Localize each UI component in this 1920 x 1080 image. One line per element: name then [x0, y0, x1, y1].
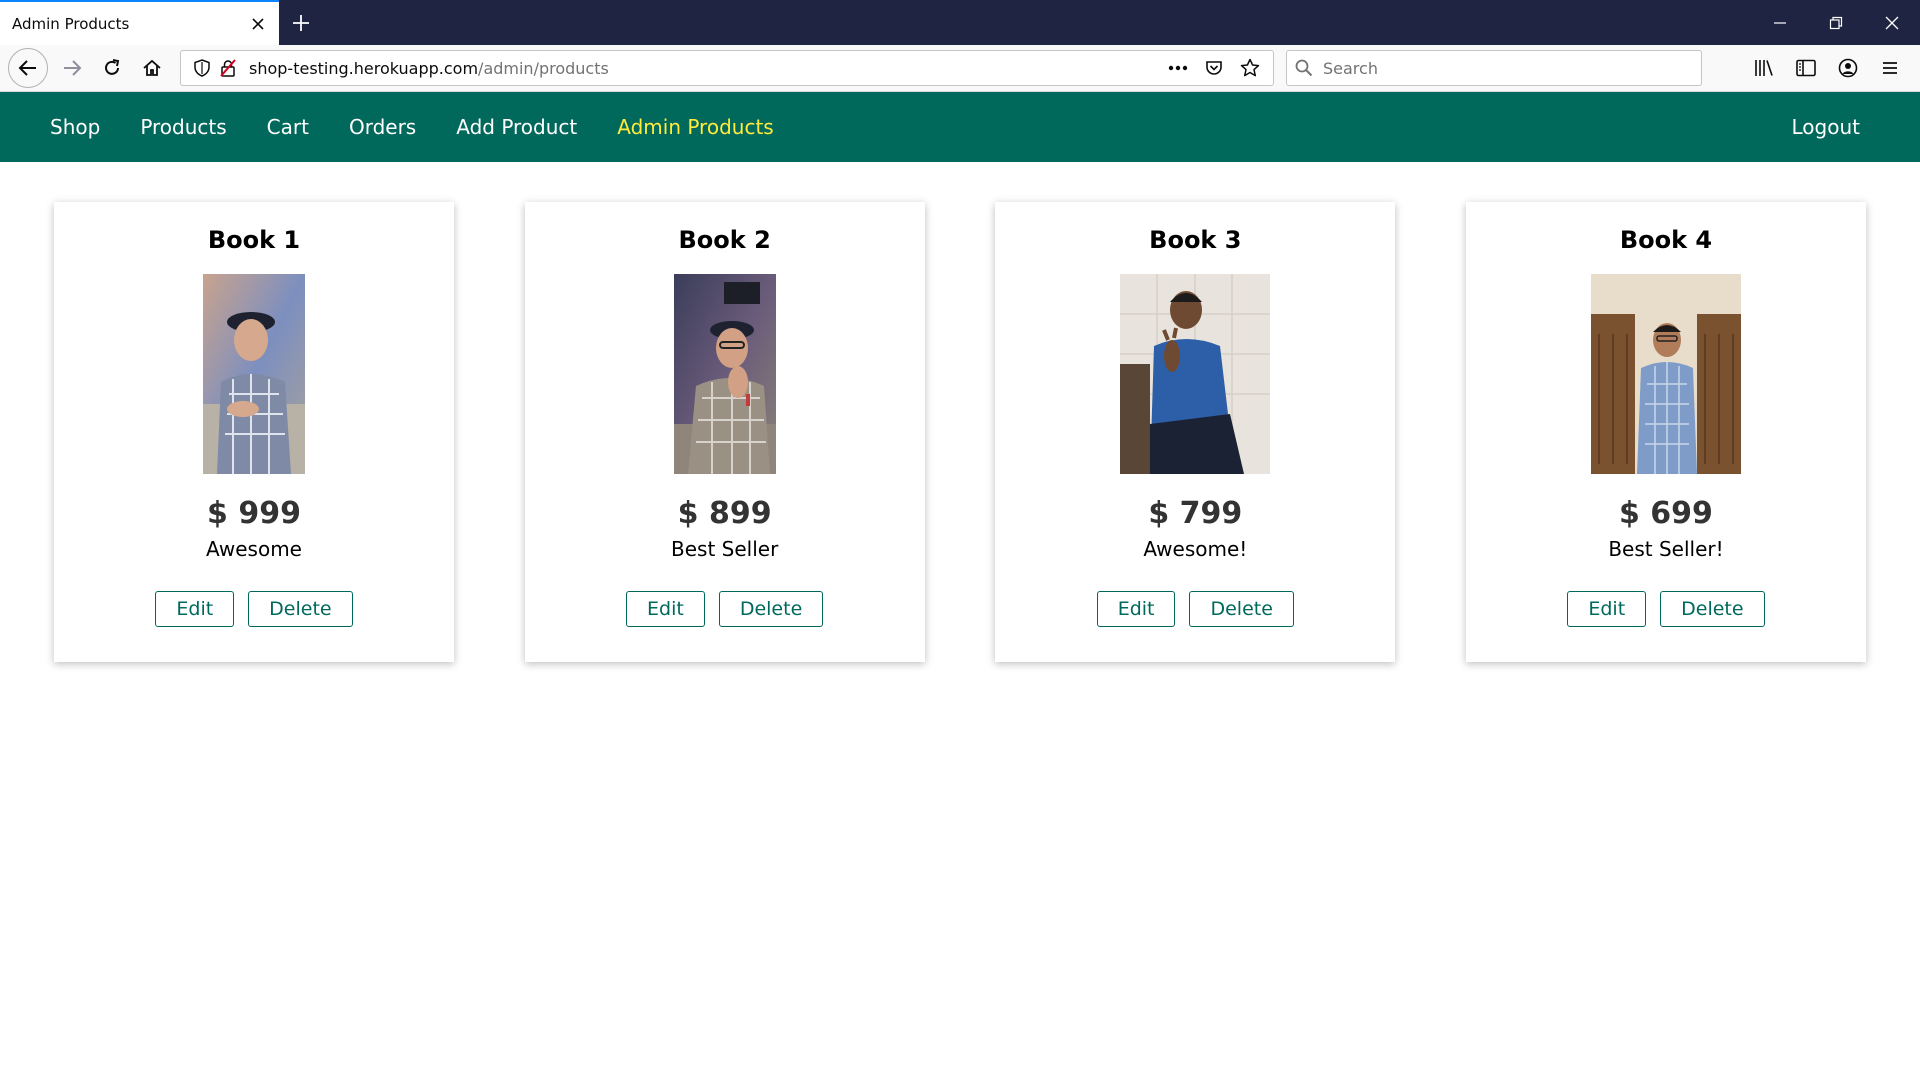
reload-button[interactable]: [92, 48, 132, 88]
edit-button[interactable]: Edit: [1567, 591, 1647, 627]
product-image: [1120, 274, 1271, 474]
delete-button[interactable]: Delete: [718, 591, 824, 627]
product-title: Book 3: [1149, 226, 1242, 254]
library-icon: [1755, 60, 1773, 76]
home-icon: [143, 59, 161, 76]
product-title: Book 1: [207, 226, 301, 254]
url-path: /admin/products: [478, 58, 609, 78]
shield-icon[interactable]: [189, 55, 215, 81]
nav-link-admin-products[interactable]: Admin Products: [617, 115, 773, 139]
restore-icon: [1829, 16, 1843, 29]
product-description: Best Seller!: [1608, 537, 1724, 561]
arrow-left-icon: [18, 60, 36, 76]
logout-link[interactable]: Logout: [1792, 115, 1860, 139]
product-price: $ 899: [677, 496, 772, 531]
card-actions: Edit Delete: [1567, 591, 1765, 627]
search-input[interactable]: [1321, 57, 1693, 79]
account-button[interactable]: [1828, 48, 1868, 88]
product-title: Book 4: [1619, 226, 1713, 254]
product-card: Book 2 $ 899 Best Seller Edit Delete: [524, 202, 925, 662]
product-card: Book 1 $ 999 Awesome Edit Delete: [54, 202, 454, 662]
insecure-lock-icon[interactable]: [215, 55, 241, 81]
nav-link-shop[interactable]: Shop: [50, 115, 100, 139]
product-title: Book 2: [678, 226, 771, 254]
product-grid: Book 1 $ 999 Awesome Edit Delete Book 2: [0, 202, 1920, 662]
product-image: [1590, 274, 1741, 474]
menu-button[interactable]: [1870, 48, 1910, 88]
product-photo: [1120, 274, 1271, 474]
url-bar[interactable]: shop-testing.herokuapp.com/admin/product…: [180, 50, 1274, 86]
pocket-icon: [1206, 61, 1222, 75]
tab-close-icon[interactable]: [247, 13, 269, 35]
main-nav: Shop Products Cart Orders Add Product Ad…: [30, 115, 794, 139]
sidebar-icon: [1796, 59, 1816, 77]
library-button[interactable]: [1744, 48, 1784, 88]
product-price: $ 999: [207, 496, 301, 531]
product-photo: [203, 274, 305, 474]
nav-link-add-product[interactable]: Add Product: [456, 115, 577, 139]
back-button[interactable]: [8, 48, 48, 88]
restore-button[interactable]: [1808, 0, 1864, 45]
star-icon: [1240, 58, 1260, 77]
forward-button[interactable]: [52, 48, 92, 88]
url-text[interactable]: shop-testing.herokuapp.com/admin/product…: [241, 59, 1163, 78]
hamburger-menu-icon: [1883, 62, 1897, 74]
product-card: Book 3 $ 799 Awesome! Edit Delete: [995, 202, 1396, 662]
search-icon: [1295, 59, 1313, 77]
nav-link-products[interactable]: Products: [140, 115, 226, 139]
nav-link-cart[interactable]: Cart: [267, 115, 309, 139]
browser-toolbar: shop-testing.herokuapp.com/admin/product…: [0, 45, 1920, 92]
nav-link-orders[interactable]: Orders: [349, 115, 416, 139]
minimize-button[interactable]: [1752, 0, 1808, 45]
edit-button[interactable]: Edit: [1096, 591, 1176, 627]
edit-button[interactable]: Edit: [626, 591, 705, 627]
product-photo: [673, 274, 776, 474]
edit-button[interactable]: Edit: [155, 591, 235, 627]
delete-button[interactable]: Delete: [248, 591, 353, 627]
product-description: Awesome!: [1143, 537, 1248, 561]
product-description: Awesome: [206, 537, 302, 561]
plus-icon: [293, 14, 309, 31]
card-actions: Edit Delete: [155, 591, 353, 627]
product-image: [203, 274, 305, 474]
product-card: Book 4 $ 699 Best Seller! Edit Delete: [1465, 202, 1866, 662]
reload-icon: [105, 59, 120, 75]
arrow-right-icon: [64, 60, 82, 76]
delete-button[interactable]: Delete: [1189, 591, 1294, 627]
more-horizontal-icon: [1168, 65, 1188, 71]
delete-button[interactable]: Delete: [1660, 591, 1765, 627]
minimize-icon: [1774, 21, 1786, 24]
sidebar-toggle-button[interactable]: [1786, 48, 1826, 88]
product-description: Best Seller: [671, 537, 779, 561]
browser-tab[interactable]: Admin Products: [0, 0, 279, 45]
card-actions: Edit Delete: [1096, 591, 1294, 627]
product-photo: [1590, 274, 1741, 474]
pocket-button[interactable]: [1199, 53, 1229, 83]
card-actions: Edit Delete: [626, 591, 824, 627]
bookmark-button[interactable]: [1235, 53, 1265, 83]
product-image: [673, 274, 776, 474]
site-header: Shop Products Cart Orders Add Product Ad…: [0, 92, 1920, 162]
search-bar[interactable]: [1286, 50, 1702, 86]
tab-title: Admin Products: [12, 14, 130, 33]
url-domain: shop-testing.herokuapp.com: [249, 58, 479, 78]
new-tab-button[interactable]: [279, 0, 323, 45]
page-actions-button[interactable]: [1163, 53, 1193, 83]
window-controls: [1752, 0, 1920, 45]
close-icon: [1885, 16, 1899, 29]
home-button[interactable]: [132, 48, 172, 88]
account-icon: [1838, 58, 1858, 78]
close-window-button[interactable]: [1864, 0, 1920, 45]
browser-tabbar: Admin Products: [0, 0, 1920, 45]
product-price: $ 699: [1618, 496, 1713, 531]
product-price: $ 799: [1148, 496, 1243, 531]
